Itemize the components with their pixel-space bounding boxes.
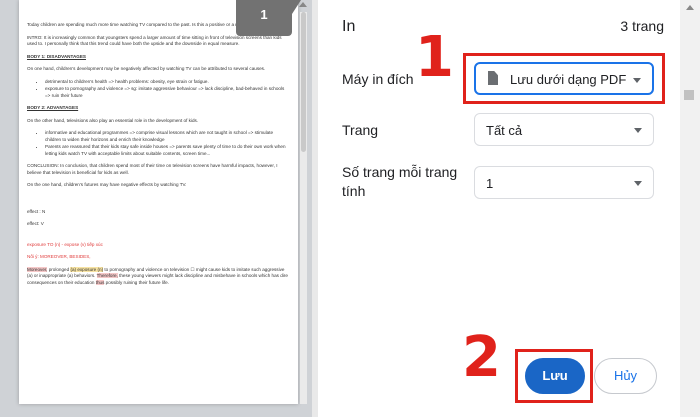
doc-intro: INTRO: It is increasingly common that yo… — [27, 34, 282, 47]
highlight: Moreover, — [27, 266, 48, 272]
preview-scrollbar-thumb[interactable] — [301, 12, 306, 152]
highlight: Therefore, — [96, 273, 118, 279]
scroll-up-arrow[interactable] — [686, 5, 694, 10]
list-item: Parents are reassured that their kids st… — [45, 144, 289, 157]
preview-scrollbar[interactable] — [300, 12, 307, 404]
doc-body1-heading: BODY 1: DISADVANTAGES — [27, 53, 86, 59]
annotation-box-destination — [463, 53, 665, 104]
page-number-badge: 1 — [236, 0, 301, 36]
print-preview-pane: Today children are spending much more ti… — [0, 0, 312, 417]
save-button[interactable]: Lưu — [525, 358, 585, 394]
annotation-step-1: 1 — [415, 25, 454, 90]
doc-body2-heading: BODY 2: ADVANTAGES — [27, 105, 79, 111]
doc-body2-list: informative and educational programmes =… — [27, 130, 289, 157]
doc-effect-noun: effect : N — [27, 208, 46, 214]
panel-scrollbar[interactable] — [680, 0, 700, 417]
document-content: Today children are spending much more ti… — [27, 22, 289, 292]
pages-per-sheet-label: Số trang mỗi trang tính — [342, 164, 458, 199]
doc-effect-verb: effect: V — [27, 221, 44, 227]
doc-final-paragraph: Moreover, prolonged (a) exposure (n) to … — [27, 266, 289, 287]
doc-body1-paragraph: On one hand, children’s development may … — [27, 66, 266, 72]
doc-body2-paragraph: On the other hand, televisions also play… — [27, 117, 199, 123]
text-run: prolonged — [47, 266, 71, 272]
pages-per-sheet-select[interactable]: 1 — [474, 166, 654, 199]
cancel-button[interactable]: Hủy — [594, 358, 657, 394]
doc-red-note-2: Nối ý: MOREOVER, BESIDES, — [27, 254, 91, 260]
highlight: (a) exposure (n) — [70, 266, 104, 272]
annotation-step-2: 2 — [462, 325, 501, 390]
destination-label: Máy in đích — [342, 71, 414, 87]
print-settings-panel: In 3 trang Máy in đích Lưu dưới dạng PDF… — [318, 0, 680, 417]
list-item: informative and educational programmes =… — [45, 130, 289, 143]
pages-per-sheet-value: 1 — [486, 176, 494, 191]
text-run: possibly ruining their future life. — [104, 279, 170, 285]
pages-value: Tất cả — [486, 123, 523, 138]
chevron-down-icon — [634, 181, 642, 186]
doc-body1-list: detrimental to children’s health => heal… — [27, 79, 289, 100]
doc-one-hand: On the one hand, children’s futures may … — [27, 182, 187, 188]
page-count: 3 trang — [620, 18, 664, 34]
dialog-title: In — [342, 18, 356, 35]
doc-red-note-1: exposure TO (n) - expose (v) tiếp xúc — [27, 241, 103, 247]
text-run: to pornography and violence on televisio… — [103, 266, 191, 272]
doc-conclusion: CONCLUSION: In conclusion, that children… — [27, 163, 278, 175]
panel-scrollbar-thumb[interactable] — [684, 90, 694, 100]
chevron-down-icon — [634, 128, 642, 133]
list-item: exposure to pornography and violence => … — [45, 86, 289, 99]
pages-label: Trang — [342, 122, 379, 138]
preview-page: Today children are spending much more ti… — [19, 0, 298, 404]
list-item: detrimental to children’s health => heal… — [45, 79, 289, 86]
pages-select[interactable]: Tất cả — [474, 113, 654, 146]
